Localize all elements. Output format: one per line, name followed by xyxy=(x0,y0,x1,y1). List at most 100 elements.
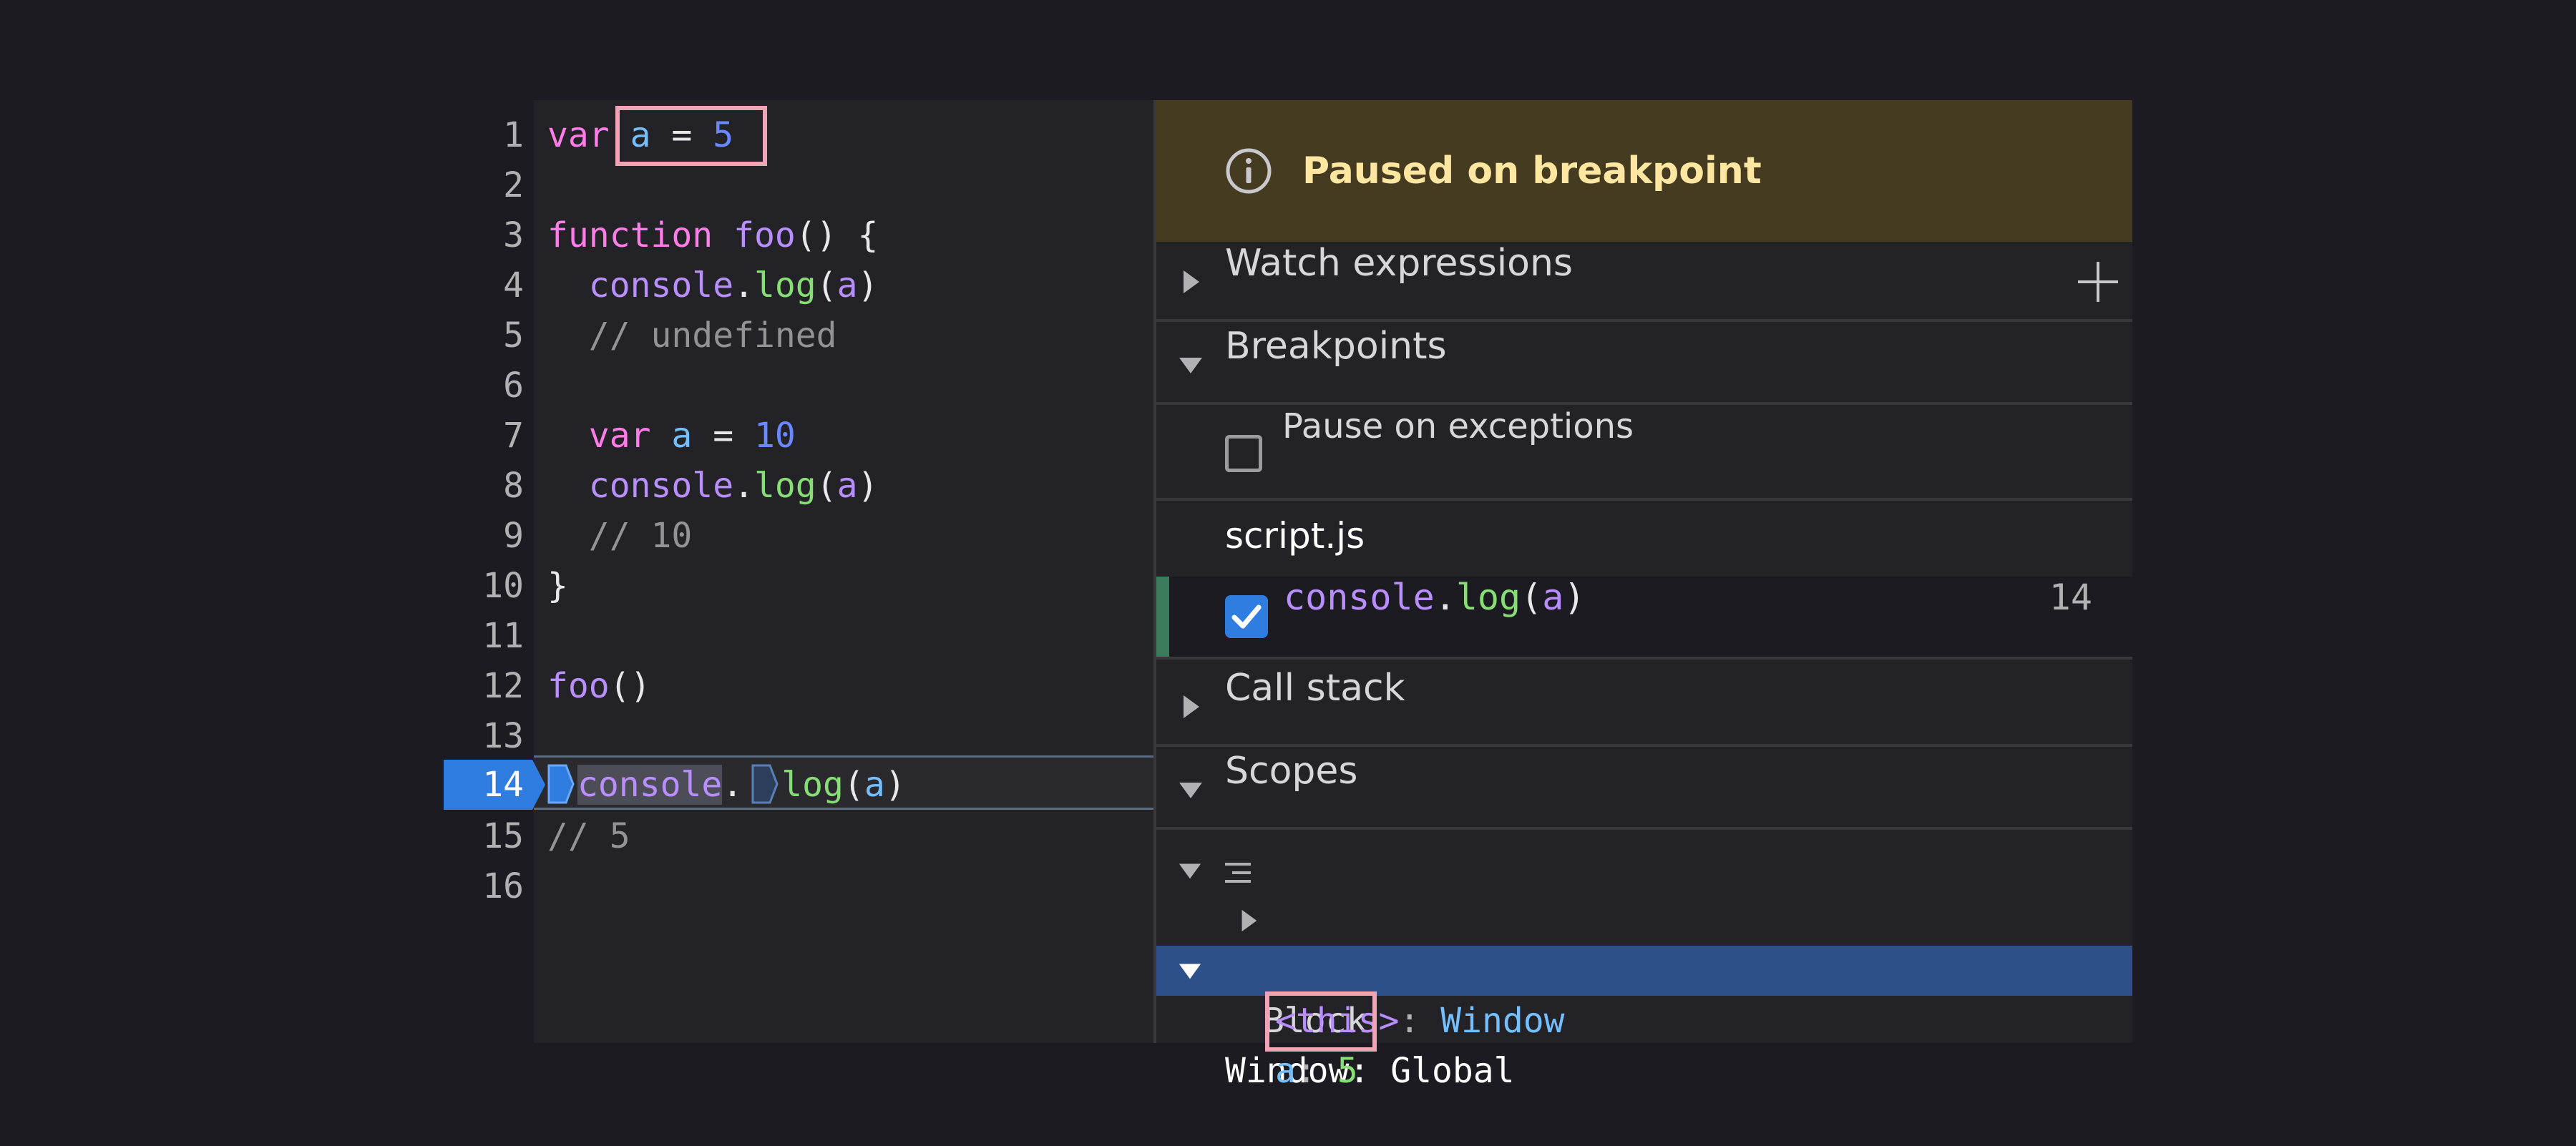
punctuation: . xyxy=(733,466,754,506)
line-number[interactable]: 3 xyxy=(444,210,524,260)
breakpoints-header[interactable]: Breakpoints xyxy=(1156,325,2132,405)
variable-value: 5 xyxy=(1337,1051,1358,1091)
pause-on-exceptions-checkbox[interactable] xyxy=(1225,435,1262,472)
line-number[interactable]: 2 xyxy=(444,160,524,210)
expand-right-icon xyxy=(1184,270,1199,293)
line-number[interactable]: 16 xyxy=(444,861,524,911)
code-line-12: foo() xyxy=(547,661,651,711)
code-line-5: // undefined xyxy=(547,310,837,361)
pause-on-exceptions-label[interactable]: Pause on exceptions xyxy=(1282,406,1634,446)
method-name: log xyxy=(1455,577,1521,618)
section-label: Scopes xyxy=(1225,750,1358,793)
line-number[interactable]: 4 xyxy=(444,260,524,310)
punctuation: () xyxy=(609,666,651,706)
line-number[interactable]: 5 xyxy=(444,310,524,361)
scopes-header[interactable]: Scopes xyxy=(1156,750,2132,830)
breakpoint-entry[interactable]: console.log(a) 14 xyxy=(1156,577,2132,657)
comment: // 10 xyxy=(588,516,693,556)
function-name: foo xyxy=(547,666,610,706)
paused-message: Paused on breakpoint xyxy=(1302,150,1762,192)
punctuation: ) xyxy=(884,765,906,805)
column-breakpoint-icon[interactable] xyxy=(547,764,575,804)
line-number[interactable]: 1 xyxy=(444,110,524,160)
keyword: var xyxy=(588,416,651,456)
scope-global-label: Window: Global xyxy=(1225,1051,1515,1091)
line-number[interactable]: 8 xyxy=(444,461,524,511)
code-line-7: var a = 10 xyxy=(547,411,796,461)
expand-right-icon xyxy=(1241,909,1257,932)
punctuation: () { xyxy=(795,215,879,255)
pause-on-exceptions-row[interactable]: Pause on exceptions xyxy=(1156,406,2132,501)
argument: a xyxy=(864,765,885,805)
code-line-14: console. log(a) xyxy=(547,760,906,810)
punctuation: ( xyxy=(1521,577,1543,618)
comment: // undefined xyxy=(588,315,837,356)
highlight-box-scope-value xyxy=(1265,991,1377,1052)
method-name: log xyxy=(781,765,844,805)
divider xyxy=(1156,657,2132,660)
line-number[interactable]: 12 xyxy=(444,661,524,711)
source-editor[interactable]: 1 2 3 4 5 6 7 8 9 10 11 12 13 14 15 16 v… xyxy=(444,100,1153,1043)
function-name: foo xyxy=(733,215,796,255)
code-line-8: console.log(a) xyxy=(547,461,879,511)
argument: a xyxy=(836,265,858,305)
code-line-10: } xyxy=(547,561,568,611)
line-number[interactable]: 6 xyxy=(444,361,524,411)
breakpoint-line-number: 14 xyxy=(2049,577,2092,618)
column-breakpoint-icon[interactable] xyxy=(751,764,779,804)
argument: a xyxy=(836,466,858,506)
object-name: console xyxy=(588,466,734,506)
code-line-9: // 10 xyxy=(547,511,693,561)
line-number[interactable]: 13 xyxy=(444,711,524,761)
expand-down-icon xyxy=(1179,863,1201,879)
punctuation: ( xyxy=(843,765,864,805)
method-name: log xyxy=(754,466,816,506)
block-scope-icon xyxy=(1225,863,1251,883)
scope-global-row[interactable]: Window: Global xyxy=(1156,946,2132,1091)
object-name: console xyxy=(588,265,734,305)
punctuation: . xyxy=(722,765,743,805)
expand-down-icon xyxy=(1179,358,1202,373)
code-line-3: function foo() { xyxy=(547,210,878,260)
breakpoint-code[interactable]: console.log(a) xyxy=(1284,577,1585,618)
section-label: Call stack xyxy=(1225,667,1405,710)
punctuation: ) xyxy=(1563,577,1586,618)
paused-banner: Paused on breakpoint xyxy=(1156,100,2132,242)
scope-this-row[interactable]: <this>: Window xyxy=(1156,896,2132,1041)
argument: a xyxy=(1542,577,1564,618)
plus-icon[interactable] xyxy=(2077,260,2119,303)
keyword: function xyxy=(547,215,713,255)
code-line-4: console.log(a) xyxy=(547,260,879,310)
line-number[interactable]: 15 xyxy=(444,811,524,861)
debugger-side-panel: Paused on breakpoint Watch expressions B… xyxy=(1153,100,2132,1091)
expand-down-icon xyxy=(1179,783,1202,798)
keyword: var xyxy=(547,115,610,155)
punctuation: ( xyxy=(816,265,837,305)
call-stack-header[interactable]: Call stack xyxy=(1156,667,2132,747)
punctuation: ) xyxy=(857,466,879,506)
object-name: console xyxy=(577,765,723,805)
line-number[interactable]: 10 xyxy=(444,561,524,611)
line-number[interactable]: 11 xyxy=(444,611,524,661)
highlight-box-declaration xyxy=(615,106,767,166)
watch-expressions-header[interactable]: Watch expressions xyxy=(1156,242,2132,322)
operator: = xyxy=(713,416,734,456)
punctuation: . xyxy=(1434,577,1456,618)
line-number[interactable]: 7 xyxy=(444,411,524,461)
section-label: Watch expressions xyxy=(1225,242,1574,285)
breakpoint-file-name: script.js xyxy=(1225,515,1365,557)
number-literal: 10 xyxy=(754,416,796,456)
code-line-15: // 5 xyxy=(547,811,630,861)
line-number-active[interactable]: 14 xyxy=(444,760,524,810)
punctuation: . xyxy=(733,265,754,305)
expand-down-icon xyxy=(1179,964,1201,979)
breakpoint-checkbox[interactable] xyxy=(1225,595,1268,638)
variable: a xyxy=(671,416,693,456)
breakpoint-active-bar xyxy=(1156,577,1169,657)
line-number[interactable]: 9 xyxy=(444,511,524,561)
scope-block-row[interactable]: Block xyxy=(1156,846,2132,1041)
punctuation: ( xyxy=(816,466,837,506)
expand-right-icon xyxy=(1184,695,1199,718)
object-name: console xyxy=(1284,577,1435,618)
section-label: Breakpoints xyxy=(1225,325,1447,368)
